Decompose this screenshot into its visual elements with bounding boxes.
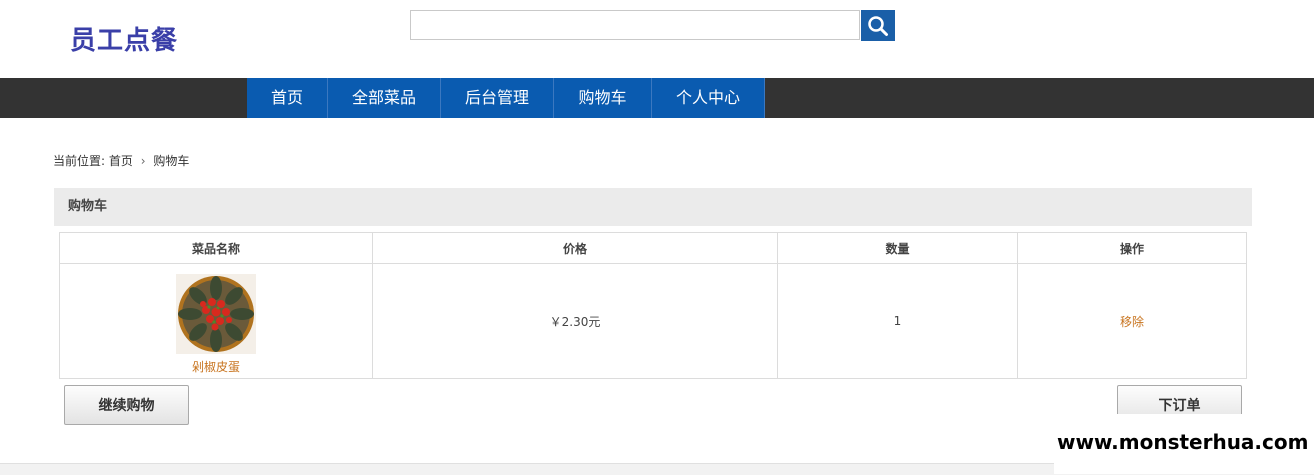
breadcrumb-prefix: 当前位置: xyxy=(53,154,106,168)
cart-table: 菜品名称 价格 数量 操作 剁椒皮蛋 ￥2.30元 1 移除 xyxy=(59,232,1247,379)
nav-item-cart[interactable]: 购物车 xyxy=(554,78,652,118)
search-icon xyxy=(868,15,888,36)
breadcrumb-current: 购物车 xyxy=(153,154,190,168)
breadcrumb-separator: › xyxy=(140,154,146,168)
quantity-cell: 1 xyxy=(777,263,1018,379)
nav-menu: 首页 全部菜品 后台管理 购物车 个人中心 xyxy=(247,78,765,118)
nav-item-home[interactable]: 首页 xyxy=(247,78,328,118)
table-header-row: 菜品名称 价格 数量 操作 xyxy=(59,232,1247,264)
continue-shopping-button[interactable]: 继续购物 xyxy=(64,385,189,425)
nav-item-all-dishes[interactable]: 全部菜品 xyxy=(328,78,441,118)
cart-panel-title: 购物车 xyxy=(54,188,1252,226)
search-button[interactable] xyxy=(861,10,895,41)
nav-item-profile[interactable]: 个人中心 xyxy=(652,78,765,118)
main-navbar: 首页 全部菜品 后台管理 购物车 个人中心 xyxy=(0,78,1314,118)
breadcrumb: 当前位置: 首页 › 购物车 xyxy=(53,152,189,169)
search-input[interactable] xyxy=(410,10,860,40)
column-header-price: 价格 xyxy=(372,232,778,264)
breadcrumb-home-link[interactable]: 首页 xyxy=(109,154,133,168)
column-header-quantity: 数量 xyxy=(777,232,1018,264)
dish-cell: 剁椒皮蛋 xyxy=(59,263,373,379)
dish-name-link[interactable]: 剁椒皮蛋 xyxy=(192,358,240,375)
watermark-text: www.monsterhua.com xyxy=(1057,430,1309,454)
price-cell: ￥2.30元 xyxy=(372,263,778,379)
table-row: 剁椒皮蛋 ￥2.30元 1 移除 xyxy=(59,263,1247,379)
column-header-action: 操作 xyxy=(1017,232,1247,264)
action-cell: 移除 xyxy=(1017,263,1247,379)
site-logo[interactable]: 员工点餐 xyxy=(70,20,178,57)
remove-item-link[interactable]: 移除 xyxy=(1120,315,1144,329)
watermark: www.monsterhua.com xyxy=(1054,414,1314,474)
dish-image[interactable] xyxy=(176,273,256,354)
column-header-dish-name: 菜品名称 xyxy=(59,232,373,264)
nav-item-admin[interactable]: 后台管理 xyxy=(441,78,554,118)
